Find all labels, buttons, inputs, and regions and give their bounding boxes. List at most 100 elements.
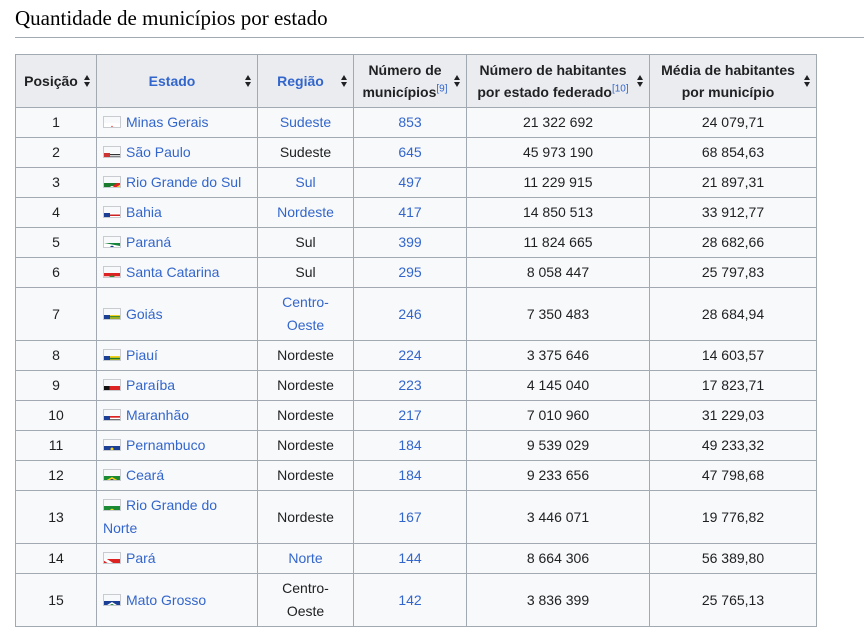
region-text: Sul (295, 264, 316, 280)
cell-regiao: Nordeste (257, 460, 354, 491)
reference-link[interactable]: [9] (436, 83, 447, 94)
state-flag-icon[interactable] (103, 349, 121, 361)
table-row: 10 Maranhão Nordeste 217 7 010 960 31 229,03 (15, 400, 817, 431)
state-link[interactable]: Paraná (126, 234, 171, 250)
state-link[interactable]: Santa Catarina (126, 264, 219, 280)
municipios-link[interactable]: 217 (398, 407, 421, 423)
cell-posicao: 15 (15, 573, 97, 627)
table-row: 14 Pará Norte 144 8 664 306 56 389,80 (15, 543, 817, 574)
municipios-link[interactable]: 184 (398, 467, 421, 483)
cell-regiao: Centro- Oeste (257, 573, 354, 627)
header-regiao[interactable]: Região (257, 54, 354, 108)
state-link[interactable]: Maranhão (126, 407, 189, 423)
state-flag-icon[interactable] (103, 379, 121, 391)
municipios-link[interactable]: 246 (398, 306, 421, 322)
header-municipios[interactable]: Número de municípios[9] (353, 54, 467, 108)
municipios-link[interactable]: 645 (398, 144, 421, 160)
regiao-header-link[interactable]: Região (277, 73, 324, 89)
cell-estado: Paraíba (96, 370, 258, 401)
state-flag-icon[interactable] (103, 552, 121, 564)
municipios-link[interactable]: 144 (398, 550, 421, 566)
state-flag-icon[interactable] (103, 439, 121, 451)
municipios-link[interactable]: 295 (398, 264, 421, 280)
sort-icon[interactable] (637, 75, 644, 87)
state-flag-icon[interactable] (103, 469, 121, 481)
region-text: Nordeste (277, 347, 334, 363)
estado-header-link[interactable]: Estado (149, 73, 196, 89)
municipios-link[interactable]: 399 (398, 234, 421, 250)
sort-icon[interactable] (84, 75, 91, 87)
region-link[interactable]: Centro- Oeste (282, 294, 329, 333)
cell-media: 24 079,71 (649, 107, 817, 138)
state-flag-icon[interactable] (103, 146, 121, 158)
sort-icon[interactable] (245, 75, 252, 87)
header-habitantes[interactable]: Número de habitantes por estado federado[… (466, 54, 650, 108)
region-text: Centro- Oeste (282, 580, 329, 619)
municipios-link[interactable]: 417 (398, 204, 421, 220)
cell-regiao: Nordeste (257, 197, 354, 228)
cell-media: 68 854,63 (649, 137, 817, 168)
municipios-link[interactable]: 142 (398, 592, 421, 608)
state-flag-icon[interactable] (103, 266, 121, 278)
state-flag-icon[interactable] (103, 206, 121, 218)
state-link[interactable]: Pernambuco (126, 437, 205, 453)
cell-estado: Ceará (96, 460, 258, 491)
state-link[interactable]: São Paulo (126, 144, 191, 160)
cell-posicao: 12 (15, 460, 97, 491)
cell-media: 21 897,31 (649, 167, 817, 198)
state-link[interactable]: Goiás (126, 306, 163, 322)
state-link[interactable]: Piauí (126, 347, 158, 363)
section-heading: Quantidade de municípios por estado (15, 0, 864, 38)
state-flag-icon[interactable] (103, 307, 121, 320)
cell-habitantes: 3 446 071 (466, 490, 650, 544)
municipios-link[interactable]: 853 (398, 114, 421, 130)
state-flag-icon[interactable] (103, 499, 121, 511)
sort-icon[interactable] (341, 75, 348, 87)
region-link[interactable]: Sudeste (280, 114, 331, 130)
cell-estado: Paraná (96, 227, 258, 258)
municipios-link[interactable]: 223 (398, 377, 421, 393)
cell-posicao: 3 (15, 167, 97, 198)
region-text: Nordeste (277, 377, 334, 393)
cell-posicao: 2 (15, 137, 97, 168)
state-flag-icon[interactable] (103, 176, 121, 188)
cell-municipios: 142 (353, 573, 467, 627)
cell-habitantes: 8 058 447 (466, 257, 650, 288)
cell-municipios: 184 (353, 460, 467, 491)
state-flag-icon[interactable] (103, 593, 121, 606)
state-link[interactable]: Rio Grande do Sul (126, 174, 241, 190)
sort-icon[interactable] (454, 75, 461, 87)
cell-media: 31 229,03 (649, 400, 817, 431)
cell-media: 33 912,77 (649, 197, 817, 228)
cell-media: 28 682,66 (649, 227, 817, 258)
header-estado[interactable]: Estado (96, 54, 258, 108)
cell-municipios: 417 (353, 197, 467, 228)
sort-icon[interactable] (804, 75, 811, 87)
municipios-link[interactable]: 184 (398, 437, 421, 453)
cell-regiao: Sul (257, 167, 354, 198)
header-posicao[interactable]: Posição (15, 54, 97, 108)
cell-posicao: 5 (15, 227, 97, 258)
reference-link[interactable]: [10] (612, 83, 629, 94)
table-row: 2 São Paulo Sudeste 645 45 973 190 68 854,63 (15, 137, 817, 168)
state-link[interactable]: Minas Gerais (126, 114, 208, 130)
state-flag-icon[interactable] (103, 236, 121, 248)
region-link[interactable]: Sul (295, 174, 315, 190)
region-link[interactable]: Norte (288, 550, 322, 566)
state-link[interactable]: Mato Grosso (126, 592, 206, 608)
state-link[interactable]: Paraíba (126, 377, 175, 393)
table-row: 7 Goiás Centro- Oeste 246 7 350 483 28 684,94 (15, 287, 817, 341)
state-link[interactable]: Pará (126, 550, 156, 566)
header-media[interactable]: Média de habitantes por município (649, 54, 817, 108)
cell-media: 25 765,13 (649, 573, 817, 627)
municipios-link[interactable]: 167 (398, 509, 421, 525)
state-link[interactable]: Ceará (126, 467, 164, 483)
state-flag-icon[interactable] (103, 409, 121, 421)
state-link[interactable]: Bahia (126, 204, 162, 220)
municipios-link[interactable]: 497 (398, 174, 421, 190)
municipios-link[interactable]: 224 (398, 347, 421, 363)
cell-municipios: 497 (353, 167, 467, 198)
cell-media: 19 776,82 (649, 490, 817, 544)
state-flag-icon[interactable] (103, 116, 121, 128)
region-link[interactable]: Nordeste (277, 204, 334, 220)
